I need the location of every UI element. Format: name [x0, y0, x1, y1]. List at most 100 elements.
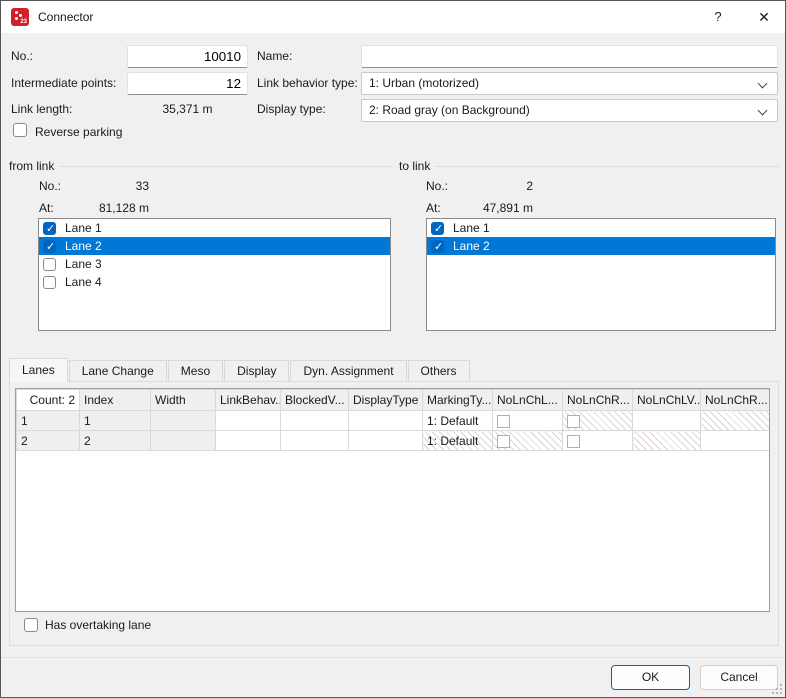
- column-header[interactable]: NoLnChR...: [563, 390, 633, 411]
- no-input[interactable]: [127, 45, 248, 68]
- name-input[interactable]: [361, 45, 778, 68]
- display-type-select[interactable]: 2: Road gray (on Background): [361, 99, 778, 122]
- no-ln-ch-r2-cell[interactable]: [701, 411, 770, 431]
- no-ln-ch-l-cell[interactable]: [493, 431, 563, 451]
- column-header[interactable]: BlockedV...: [281, 390, 349, 411]
- column-header[interactable]: Index: [80, 390, 151, 411]
- has-overtaking-lane-checkbox[interactable]: [24, 618, 38, 632]
- column-header[interactable]: NoLnChLV...: [633, 390, 701, 411]
- checkbox-checked-icon[interactable]: ✓: [43, 240, 56, 253]
- tab-meso[interactable]: Meso: [168, 360, 223, 382]
- index-cell[interactable]: 2: [80, 431, 151, 451]
- to-link-lane-list[interactable]: ✓ Lane 1 ✓ Lane 2: [426, 218, 776, 331]
- no-label: No.:: [11, 49, 33, 63]
- help-button[interactable]: ?: [695, 1, 741, 33]
- lanes-tab-page: Count: 2 Index Width LinkBehav... Blocke…: [9, 381, 779, 646]
- blocked-veh-cell[interactable]: [281, 431, 349, 451]
- blocked-veh-cell[interactable]: [281, 411, 349, 431]
- close-icon[interactable]: ✕: [741, 1, 786, 33]
- count-header-cell[interactable]: Count: 2: [17, 390, 80, 411]
- row-header-cell[interactable]: 2: [17, 431, 80, 451]
- intermediate-points-label: Intermediate points:: [11, 76, 116, 90]
- from-link-at-label: At:: [39, 201, 54, 215]
- link-behavior-type-label: Link behavior type:: [257, 76, 358, 90]
- row-header-cell[interactable]: 1: [17, 411, 80, 431]
- checkbox-checked-icon[interactable]: ✓: [431, 240, 444, 253]
- lane-label: Lane 2: [453, 239, 490, 253]
- to-link-no-value: 2: [453, 179, 533, 193]
- link-behavior-type-value: 1: Urban (motorized): [369, 76, 479, 90]
- table-header-row: Count: 2 Index Width LinkBehav... Blocke…: [17, 390, 770, 411]
- table-row[interactable]: 1 1 1: Default: [17, 411, 770, 431]
- footer-divider: [1, 657, 786, 658]
- no-ln-ch-l-cell[interactable]: [493, 411, 563, 431]
- list-item[interactable]: ✓ Lane 2: [39, 237, 390, 255]
- to-link-no-label: No.:: [426, 179, 448, 193]
- checkbox-checked-icon[interactable]: ✓: [431, 222, 444, 235]
- tab-display[interactable]: Display: [224, 360, 289, 382]
- index-cell[interactable]: 1: [80, 411, 151, 431]
- table-row[interactable]: 2 2 1: Default: [17, 431, 770, 451]
- lanes-grid: Count: 2 Index Width LinkBehav... Blocke…: [15, 388, 770, 612]
- resize-grip[interactable]: [772, 684, 782, 694]
- checkbox-checked-icon[interactable]: ✓: [43, 222, 56, 235]
- display-type-label: Display type:: [257, 102, 326, 116]
- tab-others[interactable]: Others: [408, 360, 470, 382]
- column-header[interactable]: LinkBehav...: [216, 390, 281, 411]
- reverse-parking-checkbox[interactable]: [13, 123, 27, 137]
- no-ln-ch-r-cell[interactable]: [563, 431, 633, 451]
- list-item[interactable]: ✓ Lane 1: [427, 219, 775, 237]
- lane-label: Lane 4: [65, 275, 102, 289]
- to-link-group: to link No.: 2 At: 47,891 m ✓ Lane 1 ✓ L…: [399, 159, 779, 343]
- list-item[interactable]: ✓ Lane 2: [427, 237, 775, 255]
- to-link-at-value: 47,891 m: [453, 201, 533, 215]
- from-link-no-label: No.:: [39, 179, 61, 193]
- list-item[interactable]: Lane 4: [39, 273, 390, 291]
- no-ln-ch-r2-cell[interactable]: [701, 431, 770, 451]
- marking-type-cell[interactable]: 1: Default: [423, 411, 493, 431]
- checkbox-unchecked-icon[interactable]: [567, 415, 580, 428]
- checkbox-unchecked-icon[interactable]: [497, 435, 510, 448]
- reverse-parking-label: Reverse parking: [35, 125, 122, 139]
- no-ln-ch-lv-cell[interactable]: [633, 431, 701, 451]
- groupbox-rule: [436, 166, 779, 167]
- no-ln-ch-r-cell[interactable]: [563, 411, 633, 431]
- link-behavior-cell[interactable]: [216, 431, 281, 451]
- intermediate-points-input[interactable]: [127, 72, 248, 95]
- checkbox-unchecked-icon[interactable]: [567, 435, 580, 448]
- tab-lanes[interactable]: Lanes: [9, 358, 68, 382]
- lane-label: Lane 1: [65, 221, 102, 235]
- checkbox-unchecked-icon[interactable]: [43, 258, 56, 271]
- list-item[interactable]: ✓ Lane 1: [39, 219, 390, 237]
- display-type-cell[interactable]: [349, 431, 423, 451]
- window-title: Connector: [38, 1, 93, 33]
- from-link-lane-list[interactable]: ✓ Lane 1 ✓ Lane 2 Lane 3 Lane 4: [38, 218, 391, 331]
- tab-strip: Lanes Lane Change Meso Display Dyn. Assi…: [9, 358, 779, 382]
- column-header[interactable]: DisplayType: [349, 390, 423, 411]
- chevron-down-icon: [758, 106, 768, 116]
- marking-type-cell[interactable]: 1: Default: [423, 431, 493, 451]
- lane-label: Lane 2: [65, 239, 102, 253]
- checkbox-unchecked-icon[interactable]: [43, 276, 56, 289]
- cancel-button[interactable]: Cancel: [700, 665, 778, 690]
- link-length-label: Link length:: [11, 102, 72, 116]
- column-header[interactable]: NoLnChR...: [701, 390, 770, 411]
- ok-button[interactable]: OK: [611, 665, 690, 690]
- groupbox-rule: [60, 166, 391, 167]
- checkbox-unchecked-icon[interactable]: [497, 415, 510, 428]
- lane-label: Lane 3: [65, 257, 102, 271]
- link-behavior-type-select[interactable]: 1: Urban (motorized): [361, 72, 778, 95]
- tab-dyn-assignment[interactable]: Dyn. Assignment: [290, 360, 406, 382]
- to-link-title: to link: [399, 159, 436, 173]
- width-cell[interactable]: [151, 431, 216, 451]
- tab-lane-change[interactable]: Lane Change: [69, 360, 167, 382]
- display-type-cell[interactable]: [349, 411, 423, 431]
- lane-label: Lane 1: [453, 221, 490, 235]
- column-header[interactable]: Width: [151, 390, 216, 411]
- width-cell[interactable]: [151, 411, 216, 431]
- column-header[interactable]: NoLnChL...: [493, 390, 563, 411]
- column-header[interactable]: MarkingTy...: [423, 390, 493, 411]
- no-ln-ch-lv-cell[interactable]: [633, 411, 701, 431]
- list-item[interactable]: Lane 3: [39, 255, 390, 273]
- link-behavior-cell[interactable]: [216, 411, 281, 431]
